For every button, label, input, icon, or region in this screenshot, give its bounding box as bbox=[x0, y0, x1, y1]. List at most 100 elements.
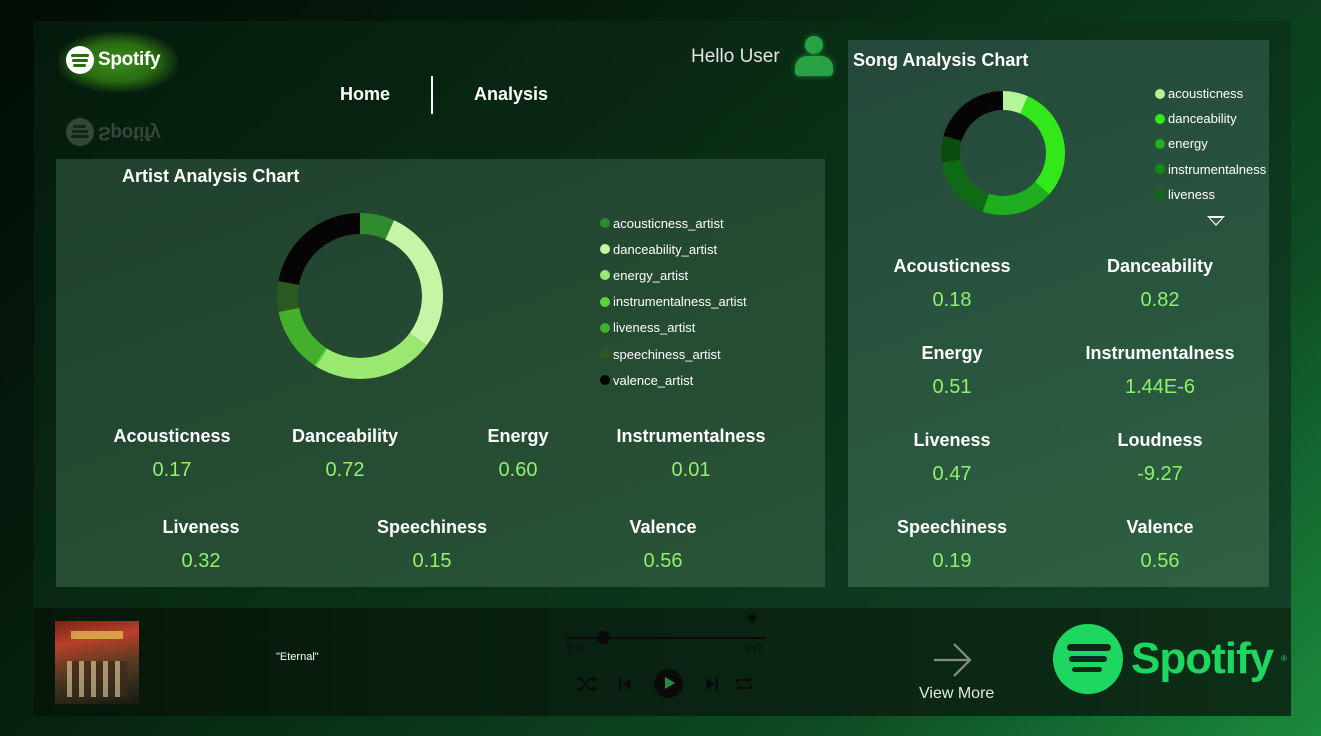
song-donut-chart bbox=[941, 91, 1065, 215]
legend-item[interactable]: energy_artist bbox=[600, 262, 747, 288]
metric-label: Energy bbox=[487, 426, 549, 446]
registered-mark: ® bbox=[1281, 654, 1287, 663]
artist-metric: Instrumentalness 0.01 bbox=[601, 426, 781, 482]
legend-item[interactable]: liveness bbox=[1155, 182, 1266, 207]
legend-label: danceability_artist bbox=[613, 241, 718, 257]
artist-metric: Liveness 0.32 bbox=[111, 517, 291, 573]
user-avatar-icon[interactable] bbox=[792, 34, 836, 80]
metric-value: 0.17 bbox=[152, 459, 192, 481]
metric-label: Acousticness bbox=[893, 256, 1011, 276]
artist-chart-legend: acousticness_artist danceability_artisten… bbox=[600, 210, 747, 393]
album-art[interactable] bbox=[55, 621, 139, 704]
metric-value: 0.19 bbox=[932, 550, 972, 572]
spotify-logo[interactable]: Spotify bbox=[66, 46, 161, 74]
legend-item[interactable]: acousticness bbox=[1155, 81, 1266, 106]
legend-label: liveness bbox=[1168, 186, 1215, 202]
legend-item[interactable]: energy bbox=[1155, 131, 1266, 156]
previous-track-icon[interactable] bbox=[617, 676, 633, 692]
donut-slice-liveness[interactable] bbox=[941, 159, 989, 212]
artist-donut-chart bbox=[277, 213, 443, 379]
donut-slice-valence[interactable] bbox=[943, 91, 1003, 142]
progress-track[interactable] bbox=[566, 637, 765, 639]
donut-slice-danceability[interactable] bbox=[1020, 96, 1065, 195]
duration-time: 3:17 bbox=[745, 644, 763, 654]
metric-value: 0.01 bbox=[671, 459, 711, 481]
song-metric: Danceability 0.82 bbox=[1070, 256, 1250, 312]
metric-value: 0.51 bbox=[932, 376, 972, 398]
song-metric: Instrumentalness 1.44E-6 bbox=[1070, 343, 1250, 399]
progress-knob[interactable] bbox=[596, 631, 610, 644]
play-button[interactable] bbox=[654, 669, 683, 698]
legend-item[interactable]: danceability_artist bbox=[600, 236, 747, 262]
metric-label: Acousticness bbox=[113, 426, 231, 446]
legend-scroll-down-icon[interactable] bbox=[1207, 216, 1225, 226]
metric-value: 0.32 bbox=[181, 550, 221, 572]
donut-slice-danceability_artist[interactable] bbox=[385, 220, 443, 346]
metric-label: Valence bbox=[629, 517, 697, 537]
legend-dot bbox=[1155, 88, 1165, 99]
legend-label: instrumentalness bbox=[1168, 161, 1267, 177]
spotify-brand-icon bbox=[1053, 624, 1123, 694]
donut-slice-energy_artist[interactable] bbox=[315, 333, 427, 379]
view-more-link[interactable]: View More bbox=[919, 685, 994, 703]
next-track-icon[interactable] bbox=[704, 676, 720, 692]
song-metric: Loudness -9.27 bbox=[1070, 430, 1250, 486]
legend-dot bbox=[600, 244, 610, 255]
legend-dot bbox=[600, 349, 610, 360]
metric-label: Valence bbox=[1126, 517, 1194, 537]
view-more-arrow-icon[interactable] bbox=[932, 642, 974, 678]
legend-item[interactable]: instrumentalness_artist bbox=[600, 289, 747, 315]
legend-item[interactable]: instrumentalness bbox=[1155, 157, 1266, 182]
song-chart-legend: acousticness danceability energy instrument… bbox=[1155, 81, 1266, 207]
album-title-art bbox=[71, 631, 123, 639]
metric-value: 0.60 bbox=[498, 459, 538, 481]
legend-item[interactable]: danceability bbox=[1155, 106, 1266, 131]
metric-label: Danceability bbox=[291, 426, 399, 446]
metric-label: Speechiness bbox=[376, 517, 488, 537]
metric-label: Danceability bbox=[1106, 256, 1214, 276]
artist-metric: Valence 0.56 bbox=[573, 517, 753, 573]
brand-text: Spotify bbox=[1131, 634, 1274, 683]
metric-value: 0.15 bbox=[412, 550, 452, 572]
legend-item[interactable]: acousticness_artist bbox=[600, 210, 747, 236]
legend-dot bbox=[600, 270, 610, 281]
artist-metric: Energy 0.60 bbox=[428, 426, 608, 482]
repeat-icon[interactable] bbox=[733, 675, 755, 693]
song-metric: Liveness 0.47 bbox=[862, 430, 1042, 486]
legend-label: liveness_artist bbox=[613, 320, 696, 336]
legend-label: energy_artist bbox=[613, 267, 689, 283]
song-chart-title: Song Analysis Chart bbox=[853, 50, 1029, 70]
legend-dot bbox=[600, 322, 610, 333]
song-metric: Valence 0.56 bbox=[1070, 517, 1250, 573]
donut-slice-energy[interactable] bbox=[982, 181, 1050, 215]
song-metric: Acousticness 0.18 bbox=[862, 256, 1042, 312]
donut-slice-speechiness_artist[interactable] bbox=[277, 281, 300, 312]
metric-value: 0.72 bbox=[325, 459, 365, 481]
legend-dot bbox=[1155, 189, 1165, 200]
artist-metric: Speechiness 0.15 bbox=[342, 517, 522, 573]
metric-label: Energy bbox=[921, 343, 983, 363]
legend-item[interactable]: liveness_artist bbox=[600, 315, 747, 341]
legend-item[interactable]: speechiness_artist bbox=[600, 341, 747, 367]
nav-home[interactable]: Home bbox=[340, 84, 390, 105]
current-time: 0:37 bbox=[567, 644, 585, 654]
artist-metric: Acousticness 0.17 bbox=[82, 426, 262, 482]
now-playing-title: "Eternal" bbox=[276, 651, 319, 663]
legend-item[interactable]: valence_artist bbox=[600, 367, 747, 393]
artist-metric: Danceability 0.72 bbox=[255, 426, 435, 482]
donut-slice-valence_artist[interactable] bbox=[278, 213, 360, 285]
metric-label: Liveness bbox=[162, 517, 240, 537]
shuffle-icon[interactable] bbox=[576, 675, 598, 693]
nav-analysis[interactable]: Analysis bbox=[474, 84, 548, 105]
donut-slice-liveness_artist[interactable] bbox=[278, 307, 326, 366]
metric-value: 0.47 bbox=[932, 463, 972, 485]
artist-chart-title: Artist Analysis Chart bbox=[122, 166, 300, 186]
song-metric: Speechiness 0.19 bbox=[862, 517, 1042, 573]
legend-label: danceability bbox=[1168, 111, 1237, 127]
logo-reflection: Spotify bbox=[66, 118, 160, 146]
metric-label: Instrumentalness bbox=[1085, 343, 1235, 363]
like-heart-icon[interactable]: ♥ bbox=[747, 610, 757, 627]
legend-label: valence_artist bbox=[613, 372, 694, 388]
legend-dot bbox=[1155, 113, 1165, 124]
greeting-text: Hello User bbox=[691, 46, 780, 67]
